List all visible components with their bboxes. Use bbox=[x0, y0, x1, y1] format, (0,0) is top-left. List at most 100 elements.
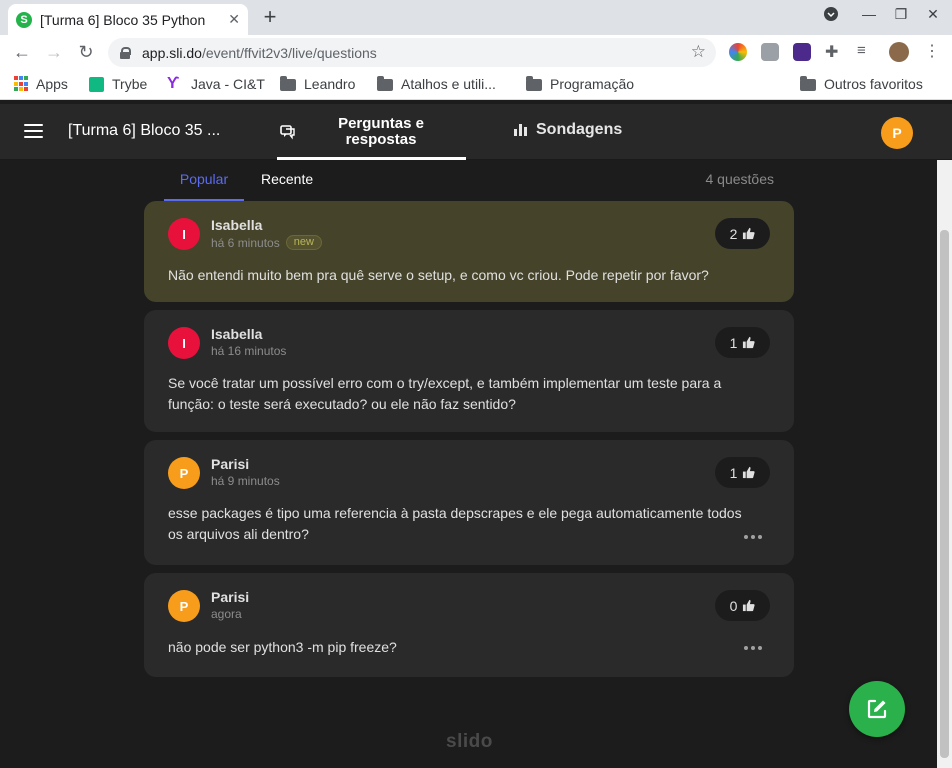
author-avatar: I bbox=[168, 218, 200, 250]
like-count: 1 bbox=[729, 334, 738, 351]
page-scrollbar[interactable] bbox=[937, 160, 952, 768]
minimize-icon[interactable]: — bbox=[858, 6, 880, 22]
bookmarks-bar: Apps Trybe ϒ Java - CI&T Leandro Atalhos… bbox=[0, 70, 952, 100]
folder-icon bbox=[526, 76, 542, 91]
question-text: não pode ser python3 -m pip freeze? bbox=[168, 639, 397, 655]
bookmark-java-ciandt[interactable]: ϒ Java - CI&T bbox=[167, 75, 265, 93]
question-card[interactable]: P Parisi há 9 minutos 1 esse packages é … bbox=[144, 440, 794, 565]
slido-favicon-icon: S bbox=[16, 11, 32, 28]
bookmark-label: Java - CI&T bbox=[191, 76, 265, 92]
extensions-puzzle-icon[interactable]: ✚ bbox=[825, 42, 843, 61]
browser-tab[interactable]: S [Turma 6] Bloco 35 Python ✕ bbox=[8, 4, 248, 35]
forward-icon[interactable]: → bbox=[42, 41, 66, 65]
author-avatar: I bbox=[168, 327, 200, 359]
bookmark-label: Trybe bbox=[112, 76, 148, 92]
author-avatar: P bbox=[168, 590, 200, 622]
sort-tabs: Popular Recente 4 questões bbox=[164, 160, 774, 201]
url-path: /event/ffvit2v3/live/questions bbox=[201, 44, 377, 61]
ciandt-icon: ϒ bbox=[167, 75, 180, 92]
bookmark-folder-leandro[interactable]: Leandro bbox=[280, 76, 355, 92]
author-name: Parisi bbox=[211, 456, 250, 472]
time-label: agora bbox=[211, 607, 242, 621]
tab-polls-label: Sondagens bbox=[536, 121, 623, 138]
search-extension-icon[interactable] bbox=[761, 43, 779, 61]
bookmark-label: Leandro bbox=[304, 76, 356, 92]
time-label: há 6 minutos bbox=[211, 235, 280, 250]
like-count: 0 bbox=[729, 597, 738, 614]
bar-chart-icon bbox=[514, 124, 529, 136]
tab-recent[interactable]: Recente bbox=[261, 171, 313, 187]
tab-questions-label: Perguntas e respostas bbox=[338, 115, 424, 148]
folder-icon bbox=[280, 76, 296, 91]
compose-icon bbox=[867, 699, 887, 719]
questions-count: 4 questões bbox=[705, 171, 775, 187]
like-count: 1 bbox=[729, 464, 738, 481]
media-queue-icon[interactable]: ≡ bbox=[857, 42, 875, 60]
bookmark-label: Outros favoritos bbox=[824, 76, 923, 92]
close-tab-icon[interactable]: ✕ bbox=[228, 11, 240, 28]
tab-popular[interactable]: Popular bbox=[164, 171, 244, 201]
scrollbar-thumb[interactable] bbox=[940, 230, 949, 758]
question-text: esse packages é tipo uma referencia à pa… bbox=[168, 505, 742, 542]
tab-polls[interactable]: Sondagens bbox=[514, 121, 622, 139]
address-bar[interactable]: app.sli.do/event/ffvit2v3/live/questions… bbox=[108, 38, 716, 67]
bookmark-trybe[interactable]: Trybe bbox=[89, 76, 147, 92]
more-options-icon[interactable] bbox=[744, 646, 762, 652]
question-time: há 6 minutos new bbox=[211, 235, 322, 250]
back-icon[interactable]: ← bbox=[10, 41, 34, 65]
apps-grid-icon bbox=[14, 76, 28, 92]
bookmark-folder-programacao[interactable]: Programação bbox=[526, 76, 634, 92]
color-extension-icon[interactable] bbox=[729, 43, 747, 61]
new-tab-icon[interactable]: + bbox=[258, 5, 282, 29]
tab-questions[interactable]: Perguntas e respostas bbox=[277, 104, 466, 160]
bookmark-star-icon[interactable]: ☆ bbox=[691, 42, 706, 62]
tab-search-icon[interactable] bbox=[820, 6, 842, 25]
author-name: Isabella bbox=[211, 217, 263, 233]
like-button[interactable]: 2 bbox=[715, 218, 770, 249]
like-count: 2 bbox=[729, 225, 738, 242]
bookmark-label: Atalhos e utili... bbox=[401, 76, 496, 92]
new-badge: new bbox=[285, 235, 322, 250]
question-card[interactable]: I Isabella há 16 minutos 1 Se você trata… bbox=[144, 310, 794, 432]
ask-question-button[interactable] bbox=[849, 681, 905, 737]
bookmark-other-favorites[interactable]: Outros favoritos bbox=[800, 76, 923, 92]
bookmark-label: Programação bbox=[550, 76, 635, 92]
menu-kebab-icon[interactable]: ⋮ bbox=[924, 41, 942, 60]
reload-icon[interactable]: ↻ bbox=[74, 41, 98, 65]
author-avatar: P bbox=[168, 457, 200, 489]
bookmark-label: Apps bbox=[36, 76, 68, 92]
dots-extension-icon[interactable] bbox=[793, 43, 811, 61]
hamburger-menu-icon[interactable] bbox=[24, 124, 43, 138]
question-card[interactable]: I Isabella há 6 minutos new 2 Não entend… bbox=[144, 201, 794, 302]
question-time: há 16 minutos bbox=[211, 344, 286, 358]
browser-toolbar: ← → ↻ app.sli.do/event/ffvit2v3/live/que… bbox=[0, 35, 952, 70]
bookmark-apps[interactable]: Apps bbox=[14, 76, 68, 92]
close-window-icon[interactable]: ✕ bbox=[922, 6, 944, 23]
question-text: Se você tratar um possível erro com o tr… bbox=[168, 375, 722, 412]
profile-avatar[interactable] bbox=[889, 42, 909, 62]
like-button[interactable]: 1 bbox=[715, 457, 770, 488]
thumbs-up-icon bbox=[743, 336, 756, 349]
like-button[interactable]: 1 bbox=[715, 327, 770, 358]
url-host: app.sli.do bbox=[142, 44, 202, 61]
restore-icon[interactable]: ❐ bbox=[890, 6, 912, 23]
app-header: [Turma 6] Bloco 35 ... Perguntas e respo… bbox=[0, 104, 952, 160]
event-title: [Turma 6] Bloco 35 ... bbox=[68, 122, 221, 139]
thumbs-up-icon bbox=[743, 466, 756, 479]
question-time: há 9 minutos bbox=[211, 474, 280, 488]
bookmark-folder-atalhos[interactable]: Atalhos e utili... bbox=[377, 76, 496, 92]
question-text: Não entendi muito bem pra quê serve o se… bbox=[168, 267, 709, 283]
time-label: há 16 minutos bbox=[211, 344, 287, 358]
chat-bubbles-icon bbox=[280, 125, 295, 140]
browser-tabstrip: S [Turma 6] Bloco 35 Python ✕ + — ❐ ✕ bbox=[0, 0, 952, 35]
more-options-icon[interactable] bbox=[744, 535, 762, 541]
tab-title: [Turma 6] Bloco 35 Python bbox=[40, 11, 206, 28]
question-time: agora bbox=[211, 607, 242, 621]
thumbs-up-icon bbox=[743, 599, 756, 612]
thumbs-up-icon bbox=[743, 227, 756, 240]
slido-logo: slido bbox=[446, 731, 493, 752]
trybe-icon bbox=[89, 76, 104, 92]
like-button[interactable]: 0 bbox=[715, 590, 770, 621]
user-avatar[interactable]: P bbox=[881, 117, 913, 149]
question-card[interactable]: P Parisi agora 0 não pode ser python3 -m… bbox=[144, 573, 794, 677]
